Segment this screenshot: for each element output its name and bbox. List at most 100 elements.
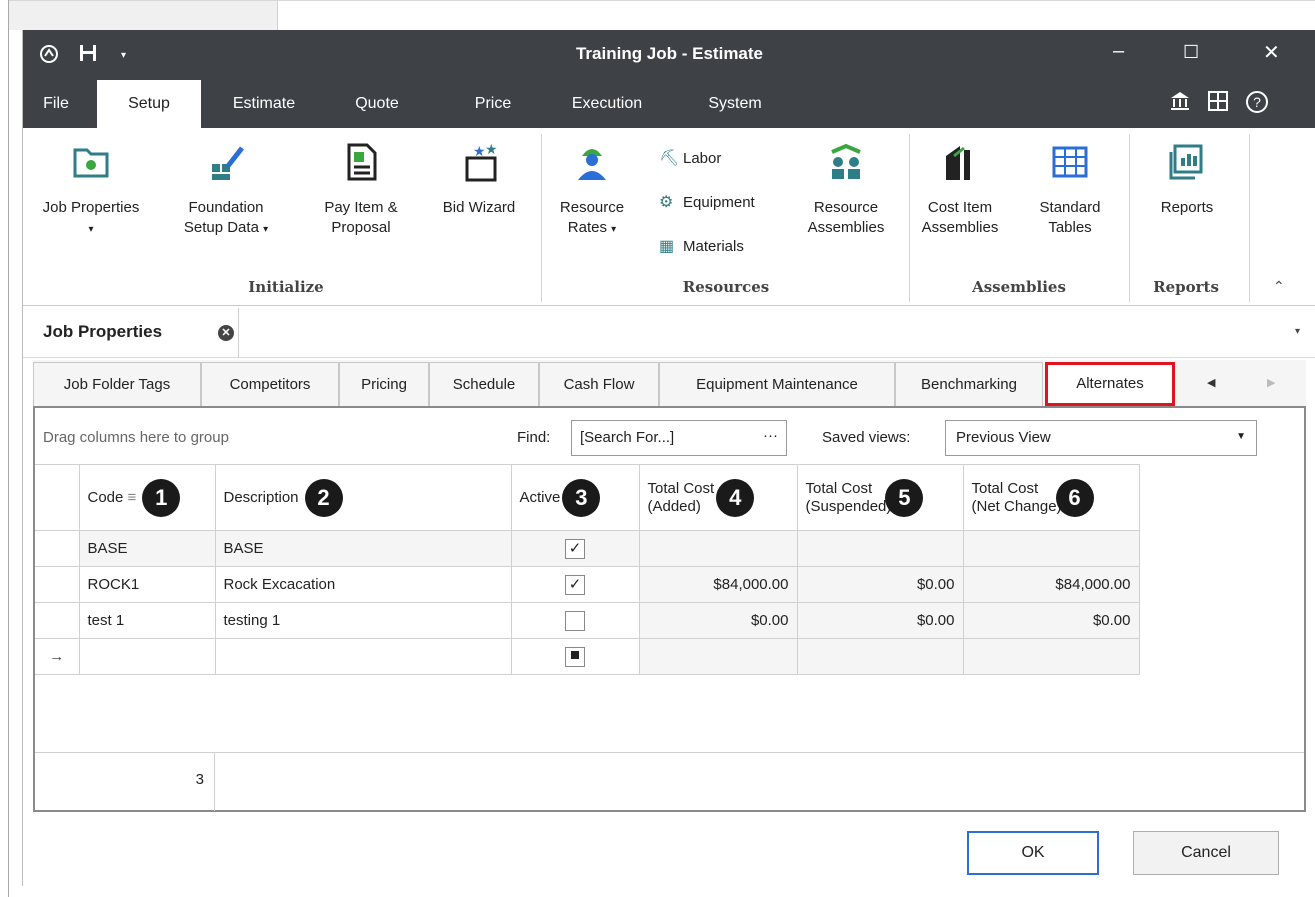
filter-icon[interactable]: ≡	[128, 488, 137, 505]
table-row[interactable]: BASE BASE ✓	[35, 530, 1140, 567]
cell-description[interactable]: BASE	[214, 530, 512, 567]
resource-rates-button[interactable]: Resource Rates ▾	[547, 142, 637, 240]
job-properties-button[interactable]: Job Properties ▾	[33, 142, 149, 240]
column-header-total-cost-suspended[interactable]: Total Cost (Suspended) 5	[796, 464, 964, 531]
callout-badge-4: 4	[716, 478, 755, 517]
cancel-button[interactable]: Cancel	[1133, 831, 1279, 875]
column-header-code[interactable]: Code ≡ 1	[78, 464, 216, 531]
tab-execution[interactable]: Execution	[557, 80, 657, 128]
tab-competitors[interactable]: Competitors	[201, 362, 339, 406]
suspended-header-line2: (Suspended)	[805, 497, 892, 515]
resource-assemblies-label-1: Resource	[813, 199, 879, 216]
active-checkbox[interactable]	[565, 610, 585, 631]
cell-total-net: $0.00	[962, 602, 1140, 639]
table-row[interactable]: test 1 testing 1 $0.00 $0.00 $0.00	[35, 602, 1140, 639]
bid-wizard-label: Bid Wizard	[442, 199, 516, 216]
tab-alternates[interactable]: Alternates	[1045, 362, 1175, 406]
help-icon[interactable]: ?	[1245, 90, 1269, 120]
maximize-button[interactable]: ☐	[1183, 42, 1199, 63]
callout-badge-6: 6	[1055, 478, 1094, 517]
report-chart-icon	[1169, 144, 1203, 180]
callout-badge-2: 2	[304, 478, 343, 517]
column-header-active[interactable]: Active 3	[510, 464, 640, 531]
active-checkbox-indeterminate[interactable]	[565, 646, 585, 667]
foundation-label-2: Setup Data	[183, 219, 259, 236]
scroll-right-icon[interactable]: ▶	[1267, 376, 1275, 389]
reports-button[interactable]: Reports	[1135, 142, 1239, 218]
tab-schedule[interactable]: Schedule	[429, 362, 539, 406]
cell-active[interactable]: ✓	[510, 530, 640, 567]
tab-equipment-maintenance[interactable]: Equipment Maintenance	[659, 362, 895, 406]
standard-tables-button[interactable]: Standard Tables	[1025, 142, 1115, 238]
cell-code[interactable]: ROCK1	[78, 566, 216, 603]
ok-button[interactable]: OK	[967, 831, 1099, 875]
tab-pricing[interactable]: Pricing	[339, 362, 429, 406]
bank-icon[interactable]	[1169, 90, 1191, 118]
foundation-setup-data-button[interactable]: Foundation Setup Data ▾	[171, 142, 281, 240]
row-indicator[interactable]	[35, 566, 80, 603]
chevron-down-icon: ▾	[611, 224, 617, 235]
header-row: Code ≡ 1 Description 2 Active 3 Total Cost(…	[35, 464, 1140, 531]
cell-active[interactable]	[510, 602, 640, 639]
cell-code[interactable]: BASE	[78, 530, 216, 567]
labor-button[interactable]: ⛏ Labor	[659, 148, 721, 168]
materials-button[interactable]: ▦ Materials	[659, 236, 744, 256]
new-cell-description[interactable]	[214, 638, 512, 675]
row-indicator[interactable]	[35, 602, 80, 639]
tab-benchmarking[interactable]: Benchmarking	[895, 362, 1043, 406]
pay-item-proposal-button[interactable]: Pay Item & Proposal	[311, 142, 411, 238]
labor-icon: ⛏	[659, 150, 680, 167]
active-checkbox[interactable]: ✓	[565, 538, 585, 559]
cost-item-assemblies-button[interactable]: Cost Item Assemblies	[915, 142, 1005, 238]
foundation-brush-icon	[212, 146, 244, 180]
group-by-hint[interactable]: Drag columns here to group	[43, 429, 229, 446]
group-separator	[1129, 134, 1130, 302]
saved-views-select[interactable]: Previous View ▼	[945, 420, 1257, 456]
cost-item-label-2: Assemblies	[921, 219, 999, 236]
row-indicator[interactable]	[35, 530, 80, 567]
equipment-button[interactable]: ⚙ Equipment	[659, 192, 755, 212]
cell-description[interactable]: Rock Excacation	[214, 566, 512, 603]
minimize-button[interactable]: –	[1113, 40, 1124, 63]
close-tab-icon[interactable]: ✕	[218, 325, 234, 341]
tab-cash-flow[interactable]: Cash Flow	[539, 362, 659, 406]
bid-wizard-button[interactable]: ★ ★ Bid Wizard	[431, 142, 527, 218]
column-header-total-cost-net-change[interactable]: Total Cost (Net Change) 6	[962, 464, 1140, 531]
group-separator	[1249, 134, 1250, 302]
chevron-down-icon: ▾	[263, 224, 269, 235]
job-properties-label: Job Properties	[42, 199, 140, 216]
doc-tab-job-properties[interactable]: Job Properties ✕	[33, 308, 239, 358]
layout-grid-icon[interactable]	[1207, 90, 1229, 118]
column-header-total-cost-added[interactable]: Total Cost (Added) 4	[638, 464, 798, 531]
collapse-ribbon-icon[interactable]: ⌃	[1273, 278, 1285, 295]
active-checkbox[interactable]: ✓	[565, 574, 585, 595]
chevron-down-icon: ▼	[1236, 431, 1246, 442]
tab-list-dropdown-icon[interactable]: ▾	[1295, 326, 1300, 337]
cell-description[interactable]: testing 1	[214, 602, 512, 639]
new-cell-code[interactable]	[78, 638, 216, 675]
resource-assemblies-button[interactable]: Resource Assemblies	[791, 142, 901, 238]
worker-icon	[578, 149, 606, 180]
cell-active[interactable]: ✓	[510, 566, 640, 603]
active-header-label: Active	[519, 488, 561, 506]
scroll-left-icon[interactable]: ◀	[1207, 376, 1215, 389]
table-row[interactable]: ROCK1 Rock Excacation ✓ $84,000.00 $0.00…	[35, 566, 1140, 603]
search-input[interactable]: [Search For...] ···	[571, 420, 787, 456]
close-button[interactable]: ✕	[1263, 40, 1280, 65]
cell-code[interactable]: test 1	[78, 602, 216, 639]
new-cell-active[interactable]	[510, 638, 640, 675]
cell-total-net: $84,000.00	[962, 566, 1140, 603]
group-label-resources: Resources	[682, 278, 770, 296]
standard-tables-label-1: Standard	[1039, 199, 1101, 216]
tab-system[interactable]: System	[695, 80, 775, 128]
tab-job-folder-tags[interactable]: Job Folder Tags	[33, 362, 201, 406]
tab-file[interactable]: File	[33, 80, 79, 128]
cell-total-added: $84,000.00	[638, 566, 798, 603]
tab-setup[interactable]: Setup	[97, 80, 201, 128]
column-header-description[interactable]: Description 2	[214, 464, 512, 531]
new-row[interactable]: →	[35, 638, 1140, 675]
tab-estimate[interactable]: Estimate	[219, 80, 309, 128]
tab-quote[interactable]: Quote	[339, 80, 415, 128]
search-options-button[interactable]: ···	[763, 427, 778, 444]
tab-price[interactable]: Price	[459, 80, 527, 128]
